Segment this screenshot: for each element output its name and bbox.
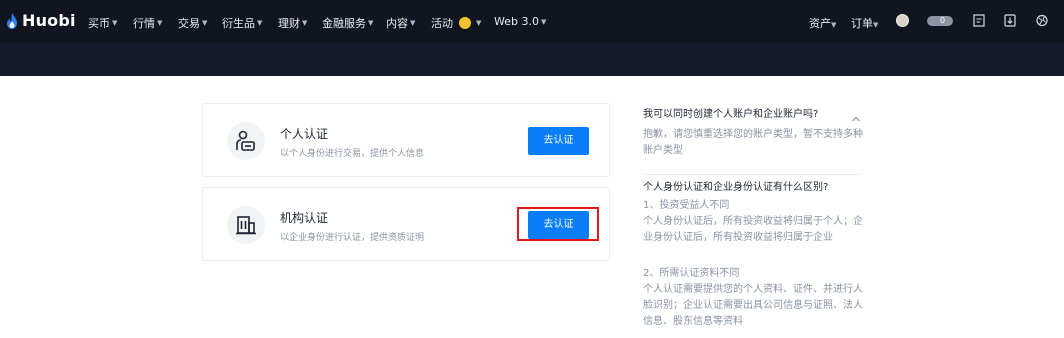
nav-label: 内容 [386, 17, 408, 30]
chevron-down-icon: ▼ [476, 19, 482, 27]
personal-verification-card: 个人认证 以个人身份进行交易，提供个人信息 去认证 [202, 103, 610, 177]
nav-label: 活动 [431, 17, 453, 30]
faq-answer-line: 信息、股东信息等资料 [643, 316, 743, 327]
coin-badge-icon [459, 17, 471, 29]
chevron-up-icon[interactable] [851, 108, 861, 122]
announcement-icon[interactable] [973, 14, 985, 27]
card-description: 以个人身份进行交易，提供个人信息 [280, 149, 425, 159]
faq-answer-line: 个人认证需要提供您的个人资料、证件、并进行人 [643, 284, 863, 295]
language-globe-icon[interactable] [1036, 14, 1048, 27]
chevron-down-icon: ▼ [157, 19, 163, 27]
nav-label: 行情 [133, 17, 155, 30]
nav-label: 理财 [278, 17, 300, 30]
faq-answer-line: 个人身份认证后，所有投资收益将归属于个人；企 [643, 216, 863, 227]
card-title: 个人认证 [280, 127, 329, 141]
nav-label: 资产 [809, 17, 831, 30]
faq-answer-2: 1、投资受益人不同 个人身份认证后，所有投资收益将归属于个人；企 业身份认证后，… [643, 198, 863, 246]
faq-answer-line: 抱歉，请您慎重选择您的账户类型，暂不支持多种 [643, 129, 863, 140]
nav-label: 订单 [851, 17, 873, 30]
faq-answer-line: 账户类型 [643, 145, 683, 156]
nav-content[interactable]: 内容 ▼ [386, 15, 415, 31]
nav-label: 交易 [178, 17, 200, 30]
building-icon [227, 206, 265, 244]
faq-answer-line: 1、投资受益人不同 [643, 200, 730, 211]
chevron-down-icon: ▼ [831, 21, 837, 29]
faq-answer-line: 业身份认证后，所有投资收益将归属于企业 [643, 232, 833, 243]
chevron-down-icon: ▼ [368, 19, 374, 27]
faq-divider [643, 174, 861, 175]
chevron-down-icon: ▼ [410, 19, 416, 27]
personal-verify-button[interactable]: 去认证 [528, 127, 589, 155]
faq-question-text: 个人身份认证和企业身份认证有什么区别? [643, 182, 829, 193]
chevron-down-icon: ▼ [540, 17, 547, 26]
highlight-box [517, 207, 599, 241]
nav-web3[interactable]: Web 3.0 ▼ [494, 15, 546, 28]
nav-orders[interactable]: 订单▼ [851, 15, 878, 31]
faq-question-text: 我可以同时创建个人账户和企业账户吗? [643, 109, 819, 120]
nav-derivatives[interactable]: 衍生品 ▼ [222, 15, 262, 31]
nav-buy-crypto[interactable]: 买币 ▼ [88, 15, 117, 31]
flame-icon [6, 12, 18, 30]
chevron-down-icon: ▼ [873, 21, 879, 29]
nav-label: Web 3.0 [494, 15, 539, 28]
nav-trade[interactable]: 交易 ▼ [178, 15, 207, 31]
toggle-count: 0 [940, 16, 946, 25]
avatar[interactable] [896, 14, 909, 27]
faq-question-2[interactable]: 个人身份认证和企业身份认证有什么区别? [643, 180, 863, 196]
nav-label: 买币 [88, 17, 110, 30]
nav-assets[interactable]: 资产▼ [809, 15, 836, 31]
nav-earn[interactable]: 理财 ▼ [278, 15, 307, 31]
nav-label: 衍生品 [222, 17, 255, 30]
chevron-down-icon: ▼ [202, 19, 208, 27]
faq-answer-1: 抱歉，请您慎重选择您的账户类型，暂不支持多种 账户类型 [643, 127, 863, 159]
faq-answer-3: 2、所需认证资料不同 个人认证需要提供您的个人资料、证件、并进行人 脸识别；企业… [643, 266, 863, 330]
card-title: 机构认证 [280, 211, 329, 225]
card-description: 以企业身份进行认证，提供资质证明 [280, 233, 425, 243]
chevron-down-icon: ▼ [112, 19, 118, 27]
huobi-logo[interactable]: Huobi [6, 11, 76, 30]
chevron-down-icon: ▼ [302, 19, 308, 27]
nav-financial-services[interactable]: 金融服务 ▼ [322, 15, 373, 31]
nav-activities[interactable]: 活动 ▼ [431, 15, 481, 31]
faq-question-1[interactable]: 我可以同时创建个人账户和企业账户吗? [643, 107, 863, 123]
faq-answer-line: 脸识别；企业认证需要出具公司信息与证照、法人 [643, 300, 863, 311]
download-icon[interactable] [1004, 14, 1016, 27]
faq-answer-line: 2、所需认证资料不同 [643, 268, 740, 279]
sub-header-bar [0, 43, 1064, 76]
nav-label: 金融服务 [322, 17, 366, 30]
nav-markets[interactable]: 行情 ▼ [133, 15, 162, 31]
person-id-icon [227, 122, 265, 160]
brand-name: Huobi [22, 11, 76, 30]
chevron-down-icon: ▼ [257, 19, 263, 27]
